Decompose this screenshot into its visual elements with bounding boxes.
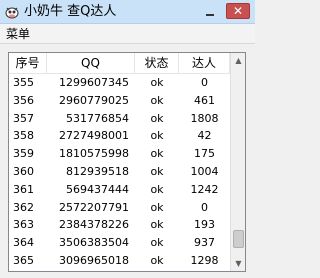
- list-header: 序号 QQ 状态 达人: [9, 53, 230, 74]
- cell-qq: 2960779025: [59, 93, 129, 107]
- table-row[interactable]: 365 3096965018 ok 1298: [9, 252, 230, 269]
- cell-expert: 1808: [190, 111, 219, 125]
- table-row[interactable]: 358 2727498001 ok 42: [9, 127, 230, 144]
- cell-qq: 569437444: [66, 182, 129, 196]
- table-row[interactable]: 364 3506383504 ok 937: [9, 234, 230, 251]
- scroll-thumb[interactable]: [233, 229, 244, 248]
- menu-bar: 菜单: [0, 24, 255, 44]
- vertical-scrollbar[interactable]: ▲ ▼: [230, 53, 245, 271]
- cell-status: ok: [150, 111, 164, 125]
- scroll-down-icon[interactable]: ▼: [231, 256, 245, 271]
- column-header-expert[interactable]: 达人: [179, 53, 230, 73]
- cell-status: ok: [150, 147, 164, 161]
- cell-index: 355: [13, 76, 34, 89]
- cell-index: 365: [13, 254, 34, 267]
- column-header-index[interactable]: 序号: [9, 53, 47, 73]
- cell-qq: 1299607345: [59, 76, 129, 89]
- cell-qq: 531776854: [66, 111, 129, 125]
- scroll-up-icon[interactable]: ▲: [231, 53, 245, 68]
- table-row[interactable]: 357 531776854 ok 1808: [9, 110, 230, 127]
- cell-expert: 175: [194, 147, 215, 161]
- table-row[interactable]: 362 2572207791 ok 0: [9, 199, 230, 216]
- cell-status: ok: [150, 254, 164, 267]
- cell-status: ok: [150, 236, 164, 250]
- cell-qq: 812939518: [66, 165, 129, 178]
- cell-status: ok: [150, 182, 164, 196]
- qq-list[interactable]: 序号 QQ 状态 达人 355 1299607345 ok 0 356 296077902…: [8, 52, 246, 272]
- cell-status: ok: [150, 76, 164, 89]
- column-header-qq[interactable]: QQ: [47, 53, 135, 73]
- cell-expert: 937: [194, 236, 215, 250]
- cell-status: ok: [150, 165, 164, 178]
- menu-item[interactable]: 菜单: [6, 26, 30, 42]
- window-title: 小奶牛 查Q达人: [24, 4, 117, 19]
- cell-expert: 193: [194, 218, 215, 232]
- cell-index: 362: [13, 200, 34, 214]
- cell-expert: 0: [201, 200, 208, 214]
- cell-index: 359: [13, 147, 34, 161]
- cell-expert: 1298: [190, 254, 219, 267]
- cell-qq: 2572207791: [59, 200, 129, 214]
- table-row[interactable]: 363 2384378226 ok 193: [9, 216, 230, 233]
- cell-expert: 1004: [190, 165, 219, 178]
- table-row[interactable]: 355 1299607345 ok 0: [9, 74, 230, 91]
- table-row[interactable]: 360 812939518 ok 1004: [9, 163, 230, 180]
- minimize-button[interactable]: [200, 3, 220, 19]
- cell-expert: 1242: [190, 182, 219, 196]
- cow-icon: [5, 7, 19, 19]
- cell-index: 357: [13, 111, 34, 125]
- cell-qq: 2727498001: [59, 129, 129, 143]
- cell-index: 356: [13, 93, 34, 107]
- minimize-icon: [206, 14, 214, 16]
- cell-qq: 3506383504: [59, 236, 129, 250]
- cell-status: ok: [150, 218, 164, 232]
- column-header-status[interactable]: 状态: [135, 53, 179, 73]
- cell-qq: 1810575998: [59, 147, 129, 161]
- cell-status: ok: [150, 200, 164, 214]
- cell-index: 363: [13, 218, 34, 232]
- table-row[interactable]: 359 1810575998 ok 175: [9, 145, 230, 162]
- cell-expert: 42: [197, 129, 212, 143]
- title-bar[interactable]: 小奶牛 查Q达人 ✕: [0, 0, 255, 24]
- cell-status: ok: [150, 93, 164, 107]
- cell-qq: 2384378226: [59, 218, 129, 232]
- table-row[interactable]: 361 569437444 ok 1242: [9, 181, 230, 198]
- cell-expert: 461: [194, 93, 215, 107]
- table-row[interactable]: 356 2960779025 ok 461: [9, 92, 230, 109]
- cell-qq: 3096965018: [59, 254, 129, 267]
- cell-index: 358: [13, 129, 34, 143]
- cell-index: 364: [13, 236, 34, 250]
- cell-expert: 0: [201, 76, 208, 89]
- close-icon: ✕: [232, 4, 244, 18]
- cell-index: 361: [13, 182, 34, 196]
- close-button[interactable]: ✕: [226, 3, 250, 19]
- cell-status: ok: [150, 129, 164, 143]
- cell-index: 360: [13, 165, 34, 178]
